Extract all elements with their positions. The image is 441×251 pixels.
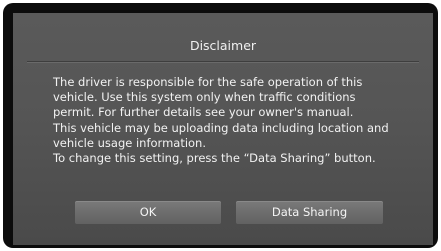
message-line: permit. For further details see your own… — [53, 105, 354, 120]
dialog-message: The driver is responsible for the safe o… — [53, 75, 423, 166]
ok-button[interactable]: OK — [75, 201, 221, 224]
disclaimer-dialog: Disclaimer The driver is responsible for… — [13, 13, 433, 245]
message-line: This vehicle may be uploading data inclu… — [53, 120, 389, 135]
message-line: vehicle. Use this system only when traff… — [53, 90, 356, 105]
screen: Disclaimer The driver is responsible for… — [0, 0, 441, 251]
dialog-title: Disclaimer — [189, 38, 257, 53]
message-line: To change this setting, press the “Data … — [53, 150, 376, 165]
message-line: vehicle usage information. — [53, 135, 206, 150]
message-line: The driver is responsible for the safe o… — [53, 75, 363, 89]
title-divider — [27, 61, 419, 62]
display-bezel: Disclaimer The driver is responsible for… — [3, 3, 438, 248]
data-sharing-button[interactable]: Data Sharing — [236, 201, 383, 224]
